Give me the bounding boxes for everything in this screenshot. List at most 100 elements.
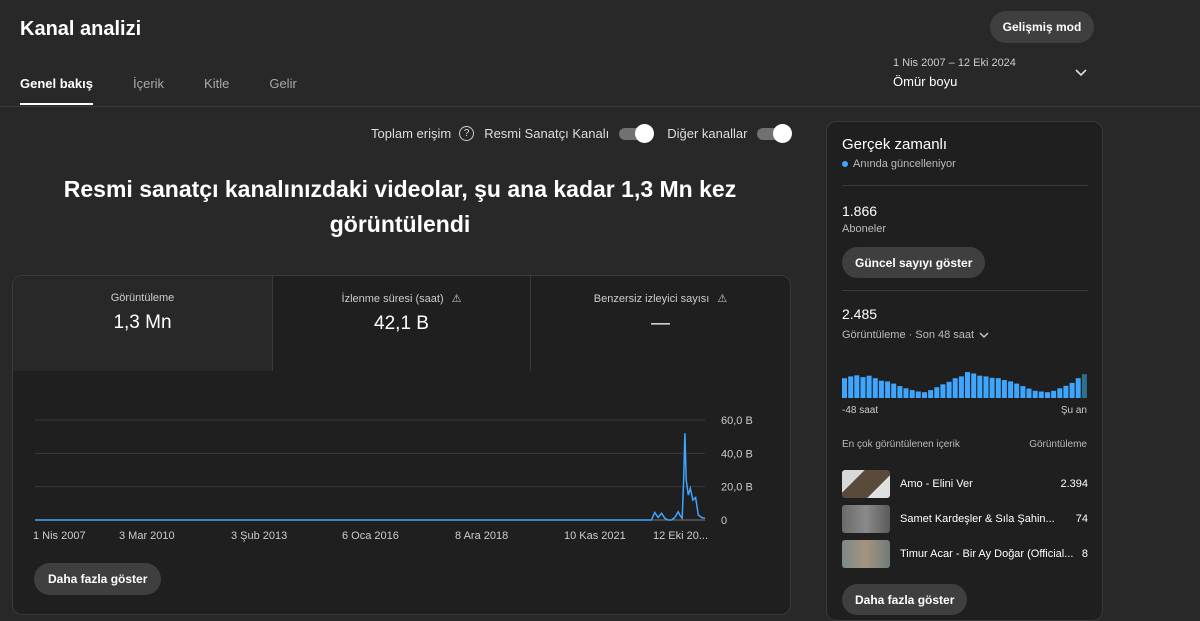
realtime-bar [952,378,958,398]
realtime-bar [1063,385,1069,398]
realtime-bar [891,383,897,398]
realtime-bar [860,377,866,398]
toggle-knob [635,123,655,143]
reach-filter-bar: Toplam erişim ? Resmi Sanatçı Kanalı Diğ… [371,123,805,143]
divider [842,290,1088,291]
realtime-bar [922,392,927,398]
realtime-bar [1038,391,1044,398]
live-dot-icon [842,161,848,167]
date-range-selector[interactable]: 1 Nis 2007 – 12 Eki 2024 Ömür boyu [893,57,1093,89]
realtime-bar [928,390,934,398]
realtime-bar [1081,374,1087,398]
realtime-views-label: Görüntüleme · Son 48 saat [842,329,975,341]
top-content-header: En çok görüntülenen içerik [842,439,960,450]
video-views: 8 [1081,548,1088,560]
y-tick-label: 20,0 B [721,482,753,494]
tab-revenue[interactable]: Gelir [269,76,296,105]
official-channel-toggle[interactable] [619,123,655,143]
metric-watch-time[interactable]: İzlenme süresi (saat) ⚠ 42,1 B [272,276,531,371]
realtime-views-count: 2.485 [842,306,878,322]
realtime-bar [1020,386,1026,398]
help-icon[interactable]: ? [459,126,475,141]
x-tick-label: 10 Kas 2021 [564,530,626,542]
realtime-bar [1014,383,1020,398]
show-current-count-button[interactable]: Güncel sayıyı göster [842,247,986,278]
other-channels-toggle[interactable] [757,123,793,143]
metric-label: Görüntüleme [110,292,175,304]
video-title: Amo - Elini Ver [900,478,973,490]
realtime-bar [983,376,989,398]
realtime-status: Anında güncelleniyor [842,158,956,170]
realtime-bar [958,376,964,398]
realtime-bar [903,388,909,398]
top-content-row[interactable]: Amo - Elini Ver 2.394 [842,469,1088,499]
show-more-button[interactable]: Daha fazla göster [34,563,162,595]
total-reach-label: Toplam erişim [371,126,452,141]
metric-value: — [651,313,670,334]
realtime-bar [909,390,915,398]
x-tick-label: 12 Eki 20... [653,530,708,542]
realtime-bar [995,378,1001,398]
realtime-bar [989,377,995,398]
chevron-down-icon[interactable] [1074,66,1088,80]
top-content-value-header: Görüntüleme [1029,439,1087,450]
video-views: 74 [1075,513,1088,525]
metric-label: Benzersiz izleyici sayısı [593,293,710,305]
page-title: Kanal analizi [20,18,142,40]
x-tick-label: 8 Ara 2018 [455,530,508,542]
realtime-bar [1057,388,1063,398]
realtime-bar [946,381,952,398]
realtime-bar [866,375,872,398]
overview-chart-card: Görüntüleme 1,3 Mn İzlenme süresi (saat)… [12,275,791,615]
page-header: Kanal analizi Gelişmiş mod Genel bakış İ… [0,0,1200,120]
realtime-bar [971,373,977,398]
video-thumbnail [842,540,890,568]
realtime-bar [977,375,983,398]
metric-value: 42,1 B [374,313,429,334]
top-content-row[interactable]: Samet Kardeşler & Sıla Şahin... 74 [842,504,1088,534]
other-channels-label: Diğer kanallar [667,126,748,141]
tab-content[interactable]: İçerik [133,76,164,105]
realtime-bar [1008,381,1014,398]
video-thumbnail [842,505,890,533]
realtime-show-more-button[interactable]: Daha fazla göster [842,584,968,615]
advanced-mode-button[interactable]: Gelişmiş mod [990,11,1094,43]
top-content-row[interactable]: Timur Acar - Bir Ay Doğar (Official... 8 [842,539,1088,569]
period-label: Ömür boyu [893,74,958,89]
divider [842,185,1088,186]
tab-overview[interactable]: Genel bakış [20,76,93,105]
axis-start-label: -48 saat [842,405,879,416]
chevron-down-icon [979,332,989,338]
metric-unique-viewers[interactable]: Benzersiz izleyici sayısı ⚠ — [531,276,790,371]
realtime-bar [854,375,860,398]
realtime-bar [872,378,878,398]
summary-headline: Resmi sanatçı kanalınızdaki videolar, şu… [63,176,737,237]
warning-icon: ⚠ [451,293,462,305]
realtime-views-dropdown[interactable]: Görüntüleme · Son 48 saat [842,329,990,341]
realtime-bar [1069,382,1075,398]
realtime-bar [934,387,940,398]
video-thumbnail [842,470,890,498]
realtime-bar-chart [842,372,1087,398]
realtime-bar [1026,388,1032,398]
warning-icon: ⚠ [717,293,728,305]
realtime-bar [1045,392,1050,398]
realtime-bar [885,381,891,398]
realtime-bar [1032,390,1038,398]
metric-views[interactable]: Görüntüleme 1,3 Mn [13,276,272,371]
subscriber-count: 1.866 [842,203,878,219]
realtime-bar [915,391,921,398]
y-tick-label: 40,0 B [721,448,753,460]
subscriber-label: Aboneler [842,223,887,235]
x-tick-label: 6 Oca 2016 [342,530,399,542]
y-tick-label: 0 [721,515,727,527]
realtime-bar [940,384,946,398]
realtime-panel: Gerçek zamanlı Anında güncelleniyor 1.86… [826,121,1103,621]
x-tick-label: 1 Nis 2007 [33,530,86,542]
metric-tabs: Görüntüleme 1,3 Mn İzlenme süresi (saat)… [13,276,790,371]
realtime-bar [842,378,847,398]
tab-audience[interactable]: Kitle [204,76,229,105]
realtime-bar [965,372,970,398]
realtime-bar [1075,378,1081,398]
y-tick-label: 60,0 B [721,415,753,427]
